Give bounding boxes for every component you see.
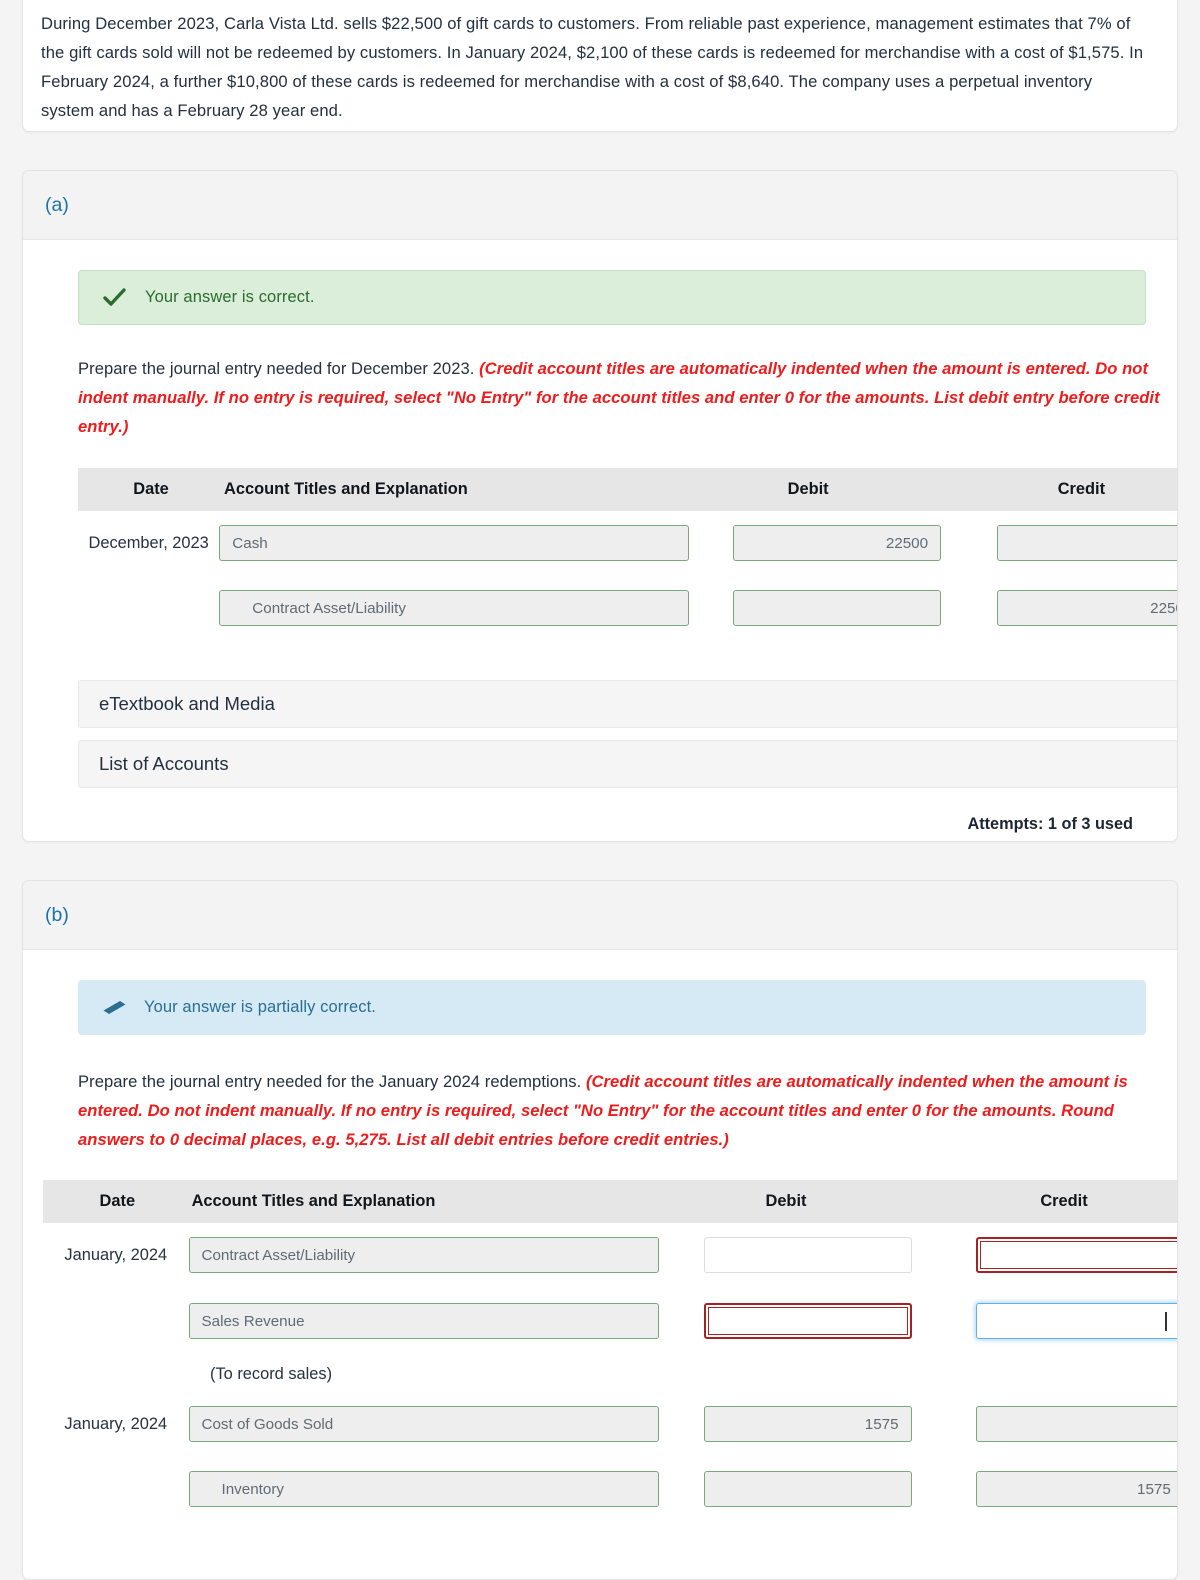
attempts-counter: Attempts: 1 of 3 used — [967, 815, 1133, 833]
part-b-label: (b) — [45, 904, 69, 926]
account-title-input[interactable]: Cost of Goods Sold — [188, 1406, 659, 1442]
debit-amount-input[interactable] — [703, 1303, 912, 1339]
part-a-card: (a) Your answer is correct. Prepare the … — [22, 170, 1178, 842]
part-b-journal-table: Date Account Titles and Explanation Debi… — [43, 1180, 1177, 1507]
part-b-table-header-row: Date Account Titles and Explanation Debi… — [43, 1180, 1177, 1223]
header-debit: Debit — [787, 480, 829, 498]
credit-amount-input[interactable]: 1575 — [975, 1471, 1177, 1507]
answer-correct-text: Your answer is correct. — [145, 288, 315, 306]
part-b-instruction-plain: Prepare the journal entry needed for the… — [78, 1072, 586, 1091]
memo-row: (To record sales) — [43, 1365, 1177, 1384]
table-row: Inventory 1575 — [43, 1471, 1177, 1507]
part-b-body: Your answer is partially correct. Prepar… — [23, 980, 1177, 1507]
header-account: Account Titles and Explanation — [224, 480, 468, 498]
header-credit: Credit — [1040, 1192, 1088, 1210]
answer-correct-banner: Your answer is correct. — [78, 270, 1146, 325]
table-row: Sales Revenue — [43, 1303, 1177, 1339]
table-row: January, 2024 Contract Asset/Liability — [43, 1237, 1177, 1273]
header-debit: Debit — [765, 1192, 807, 1210]
part-b-card: (b) Your answer is partially correct. Pr… — [22, 880, 1178, 1580]
part-a-table-header-row: Date Account Titles and Explanation Debi… — [78, 468, 1177, 511]
part-a-label: (a) — [45, 194, 69, 216]
list-of-accounts-label: List of Accounts — [99, 753, 229, 774]
table-row: January, 2024 Cost of Goods Sold 1575 — [43, 1406, 1177, 1442]
account-title-input[interactable]: Contract Asset/Liability — [188, 1237, 659, 1273]
credit-amount-input[interactable]: 22500 — [997, 590, 1177, 626]
entry-memo: (To record sales) — [210, 1365, 333, 1383]
account-title-input[interactable]: Cash — [219, 525, 690, 561]
check-icon — [103, 287, 145, 308]
credit-amount-input[interactable] — [975, 1237, 1177, 1273]
row-date: January, 2024 — [64, 1245, 168, 1264]
eraser-icon — [102, 998, 144, 1018]
list-of-accounts-button[interactable]: List of Accounts — [78, 740, 1177, 788]
text-caret — [1164, 1311, 1167, 1331]
debit-amount-input[interactable]: 1575 — [703, 1406, 912, 1442]
credit-amount-input[interactable] — [975, 1406, 1177, 1442]
debit-amount-input[interactable] — [733, 590, 942, 626]
part-a-instruction-plain: Prepare the journal entry needed for Dec… — [78, 359, 480, 378]
table-row: Contract Asset/Liability 22500 — [78, 590, 1177, 626]
part-a-body: Your answer is correct. Prepare the jour… — [23, 270, 1177, 834]
problem-statement-card: During December 2023, Carla Vista Ltd. s… — [22, 0, 1178, 132]
etextbook-and-media-button[interactable]: eTextbook and Media — [78, 680, 1177, 728]
etextbook-and-media-label: eTextbook and Media — [99, 693, 275, 714]
account-title-input[interactable]: Sales Revenue — [188, 1303, 659, 1339]
header-date: Date — [99, 1192, 136, 1210]
part-a-header: (a) — [23, 171, 1177, 240]
answer-partially-correct-text: Your answer is partially correct. — [144, 998, 376, 1016]
account-title-input[interactable]: Inventory — [188, 1471, 659, 1507]
credit-amount-input[interactable] — [997, 525, 1177, 561]
part-b-instructions: Prepare the journal entry needed for the… — [78, 1067, 1177, 1154]
debit-amount-input[interactable] — [703, 1237, 912, 1273]
part-a-instructions: Prepare the journal entry needed for Dec… — [78, 354, 1177, 441]
answer-partially-correct-banner: Your answer is partially correct. — [78, 980, 1146, 1035]
debit-amount-input[interactable]: 22500 — [733, 525, 942, 561]
problem-statement-text: During December 2023, Carla Vista Ltd. s… — [41, 14, 1144, 120]
credit-amount-input[interactable] — [975, 1303, 1177, 1339]
row-date: December, 2023 — [88, 533, 209, 552]
part-b-header: (b) — [23, 881, 1177, 950]
account-title-input[interactable]: Contract Asset/Liability — [219, 590, 690, 626]
header-account: Account Titles and Explanation — [191, 1192, 436, 1210]
header-credit: Credit — [1057, 480, 1106, 498]
header-date: Date — [133, 480, 169, 498]
part-a-journal-table: Date Account Titles and Explanation Debi… — [78, 468, 1177, 626]
row-date: January, 2024 — [64, 1414, 168, 1433]
debit-amount-input[interactable] — [703, 1471, 912, 1507]
table-row: December, 2023 Cash 22500 — [78, 525, 1177, 561]
